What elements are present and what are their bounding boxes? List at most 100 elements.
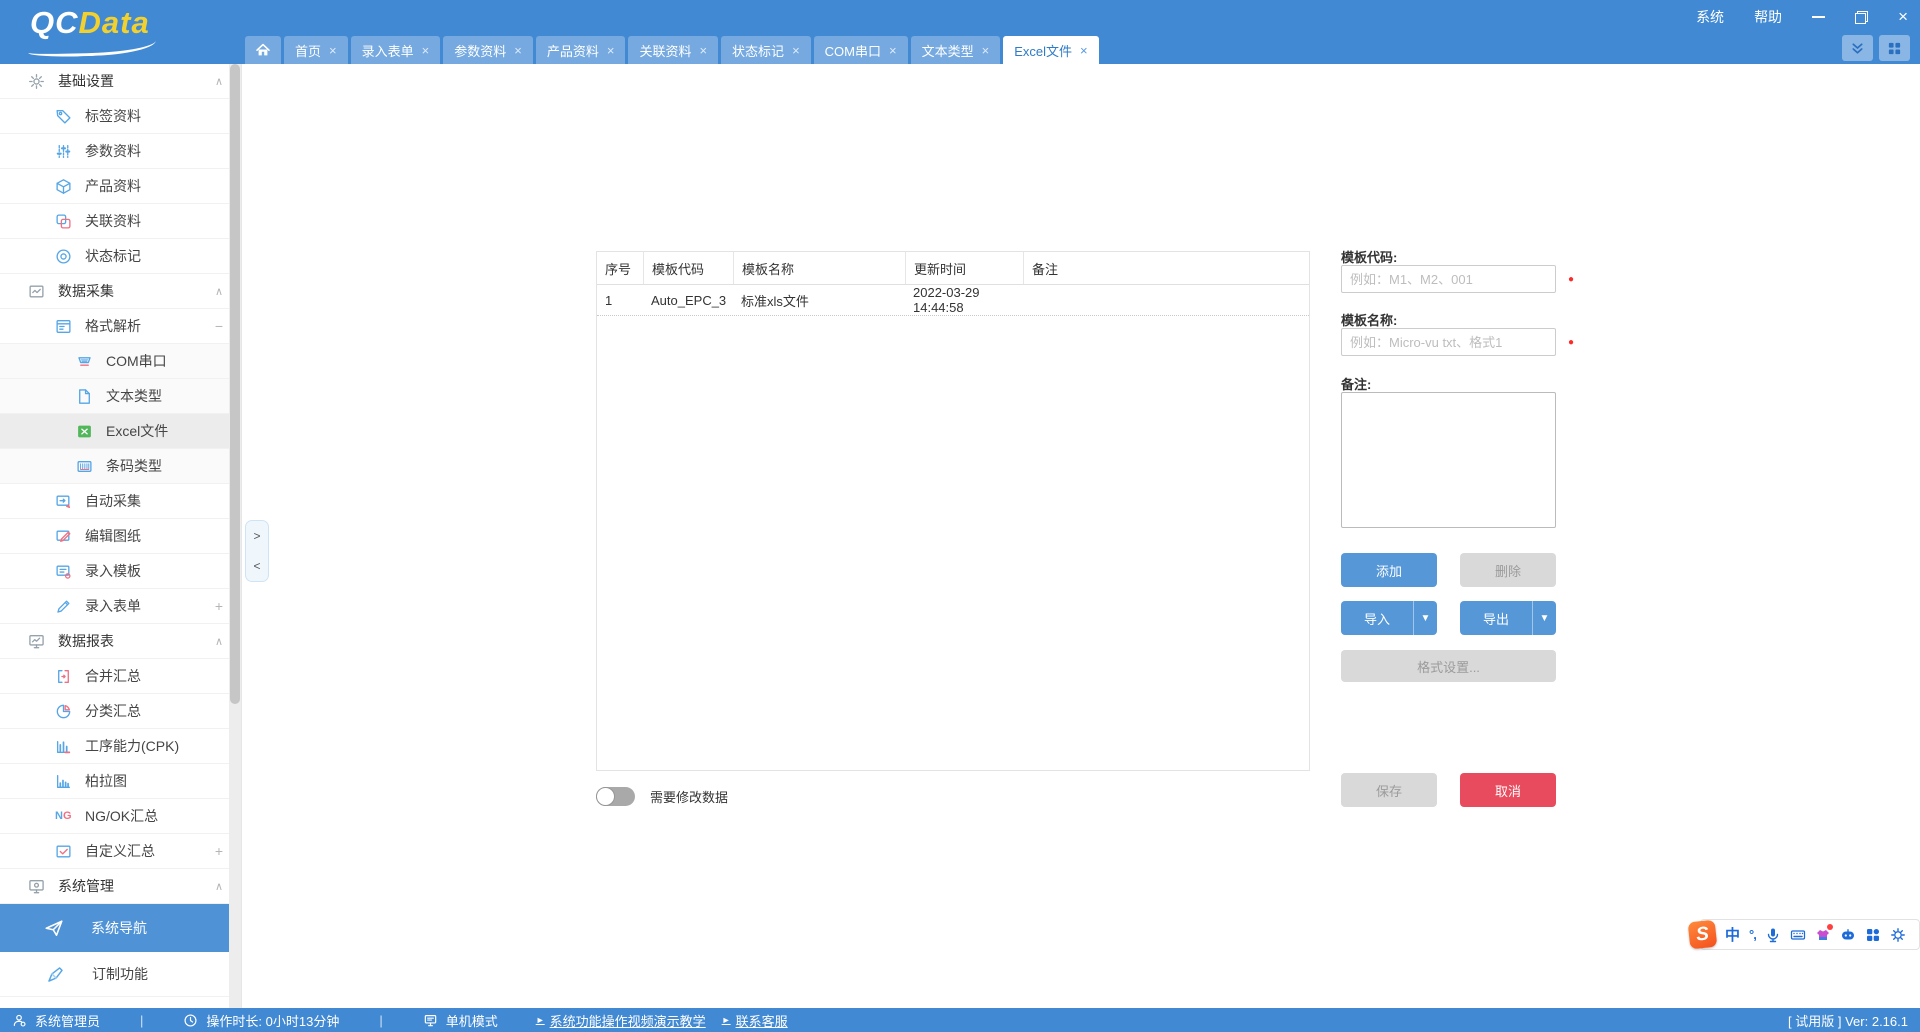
close-icon[interactable]: × (1080, 43, 1088, 58)
double-chevron-down-icon (1850, 41, 1865, 56)
export-button[interactable]: 导出 ▼ (1460, 601, 1556, 635)
tab-shouye[interactable]: 首页× (284, 36, 348, 64)
play-arrow-icon: ► (536, 1015, 545, 1025)
save-button[interactable]: 保存 (1341, 773, 1437, 807)
tab-luru-biaodan[interactable]: 录入表单× (351, 36, 441, 64)
tab-label: Excel文件 (1014, 41, 1072, 60)
tab-label: 参数资料 (454, 41, 506, 60)
tab-zhuangtai-biaoji[interactable]: 状态标记× (721, 36, 811, 64)
menu-system[interactable]: 系统 (1696, 7, 1724, 27)
sidebar-item-bianji-tuzhi[interactable]: 编辑图纸 (0, 519, 241, 554)
chevron-up-icon[interactable]: ∧ (215, 285, 223, 298)
scrollbar-thumb[interactable] (230, 64, 240, 704)
sidebar-item-luru-biaodan[interactable]: 录入表单 + (0, 589, 241, 624)
sidebar-item-com-chuankou[interactable]: COM串口 (0, 344, 241, 379)
collapse-left-arrow[interactable]: < (253, 560, 260, 572)
chinese-mode-icon[interactable]: 中 (1725, 927, 1740, 943)
toolbox-icon[interactable] (1865, 927, 1881, 943)
template-code-input[interactable] (1341, 265, 1556, 293)
sidebar-item-canshu-ziliao[interactable]: 参数资料 (0, 134, 241, 169)
sidebar-item-wenben-leixing[interactable]: 文本类型 (0, 379, 241, 414)
keyboard-icon[interactable] (1790, 927, 1806, 943)
sidebar-item-guanlian-ziliao[interactable]: 关联资料 (0, 204, 241, 239)
close-icon[interactable]: × (699, 43, 707, 58)
settings-wheel-icon[interactable] (1890, 927, 1906, 943)
tab-list-button[interactable] (1842, 35, 1873, 61)
sidebar-item-gongxu-nengli-cpk[interactable]: 工序能力(CPK) (0, 729, 241, 764)
sidebar-item-luru-moban[interactable]: 录入模板 (0, 554, 241, 589)
chevron-up-icon[interactable]: ∧ (215, 880, 223, 893)
close-button[interactable]: × (1898, 10, 1908, 24)
close-icon[interactable]: × (792, 43, 800, 58)
template-name-input[interactable] (1341, 328, 1556, 356)
sidebar-section-shuju-baobiao[interactable]: 数据报表 ∧ (0, 624, 241, 659)
restore-button[interactable] (1855, 11, 1868, 24)
expand-right-arrow[interactable]: > (253, 530, 260, 542)
minimize-button[interactable] (1812, 16, 1825, 18)
item-label: 柏拉图 (85, 771, 127, 791)
cell-name: 标准xls文件 (733, 291, 905, 310)
tab-com-chuankou[interactable]: COM串口× (814, 36, 908, 64)
sidebar-item-tiaoma-leixing[interactable]: 条码类型 (0, 449, 241, 484)
sidebar-section-jichu-shezhi[interactable]: 基础设置 ∧ (0, 64, 241, 99)
format-settings-button[interactable]: 格式设置... (1341, 650, 1556, 682)
sidebar-section-xitong-guanli[interactable]: 系统管理 ∧ (0, 869, 241, 904)
dropdown-arrow-icon[interactable]: ▼ (1532, 601, 1556, 635)
close-icon[interactable]: × (889, 43, 897, 58)
cpk-bars-icon (55, 738, 72, 755)
item-label: 编辑图纸 (85, 526, 141, 546)
sidebar-item-excel-wenjian[interactable]: Excel文件 (0, 414, 241, 449)
item-label: 订制功能 (92, 964, 148, 984)
tab-guanlian-ziliao[interactable]: 关联资料× (628, 36, 718, 64)
close-icon[interactable]: × (607, 43, 615, 58)
separator: | (140, 1013, 143, 1028)
sidebar-item-dingzhi-gongneng[interactable]: 订制功能 (0, 952, 241, 997)
close-icon[interactable]: × (422, 43, 430, 58)
tab-grid-button[interactable] (1879, 35, 1910, 61)
sidebar-item-zidingyi-huizong[interactable]: 自定义汇总 + (0, 834, 241, 869)
add-button[interactable]: 添加 (1341, 553, 1437, 587)
sidebar-item-geshi-jiexi[interactable]: 格式解析 − (0, 309, 241, 344)
sidebar-item-zidong-caiji[interactable]: 自动采集 (0, 484, 241, 519)
modify-data-toggle[interactable] (596, 787, 635, 806)
sidebar-item-fenlei-huizong[interactable]: 分类汇总 (0, 694, 241, 729)
close-icon[interactable]: × (329, 43, 337, 58)
sidebar-item-biaoqian-ziliao[interactable]: 标签资料 (0, 99, 241, 134)
chevron-up-icon[interactable]: ∧ (215, 635, 223, 648)
section-label: 基础设置 (58, 71, 114, 91)
sidebar-item-chanpin-ziliao[interactable]: 产品资料 (0, 169, 241, 204)
close-icon[interactable]: × (514, 43, 522, 58)
cancel-button[interactable]: 取消 (1460, 773, 1556, 807)
assistant-robot-icon[interactable] (1840, 927, 1856, 943)
mic-icon[interactable] (1765, 927, 1781, 943)
import-button[interactable]: 导入 ▼ (1341, 601, 1437, 635)
punctuation-icon[interactable]: °, (1749, 927, 1756, 943)
sidebar-item-ng-ok-huizong[interactable]: NG NG/OK汇总 (0, 799, 241, 834)
sidebar-item-bolatu[interactable]: 柏拉图 (0, 764, 241, 799)
tab-home[interactable] (245, 36, 281, 64)
tab-wenben-leixing[interactable]: 文本类型× (911, 36, 1001, 64)
skin-icon[interactable] (1815, 927, 1831, 943)
delete-button[interactable]: 删除 (1460, 553, 1556, 587)
sidebar-item-zhuangtai-biaoji[interactable]: 状态标记 (0, 239, 241, 274)
tab-excel-wenjian[interactable]: Excel文件 × (1003, 36, 1098, 64)
sidebar-section-shuju-caiji[interactable]: 数据采集 ∧ (0, 274, 241, 309)
expand-plus-icon[interactable]: + (215, 843, 223, 859)
sidebar-scrollbar[interactable] (229, 64, 241, 1008)
table-row[interactable]: 1 Auto_EPC_3 标准xls文件 2022-03-29 14:44:58 (597, 285, 1309, 316)
tab-canshu-ziliao[interactable]: 参数资料 × (443, 36, 533, 64)
note-textarea[interactable] (1341, 392, 1556, 528)
sidebar-item-hebing-huizong[interactable]: 合并汇总 (0, 659, 241, 694)
expand-plus-icon[interactable]: + (215, 598, 223, 614)
dropdown-arrow-icon[interactable]: ▼ (1413, 601, 1437, 635)
support-link[interactable]: ► 联系客服 (722, 1011, 788, 1030)
collapse-minus-icon[interactable]: − (215, 318, 223, 334)
tutorial-link[interactable]: ► 系统功能操作视频演示教学 (536, 1011, 706, 1030)
chevron-up-icon[interactable]: ∧ (215, 75, 223, 88)
close-icon[interactable]: × (982, 43, 990, 58)
tutorial-text: 系统功能操作视频演示教学 (550, 1011, 706, 1030)
sidebar-item-xitong-daohang[interactable]: 系统导航 (0, 904, 241, 952)
menu-help[interactable]: 帮助 (1754, 7, 1782, 27)
tab-chanpin-ziliao[interactable]: 产品资料× (536, 36, 626, 64)
sogou-logo[interactable]: S (1688, 920, 1718, 950)
